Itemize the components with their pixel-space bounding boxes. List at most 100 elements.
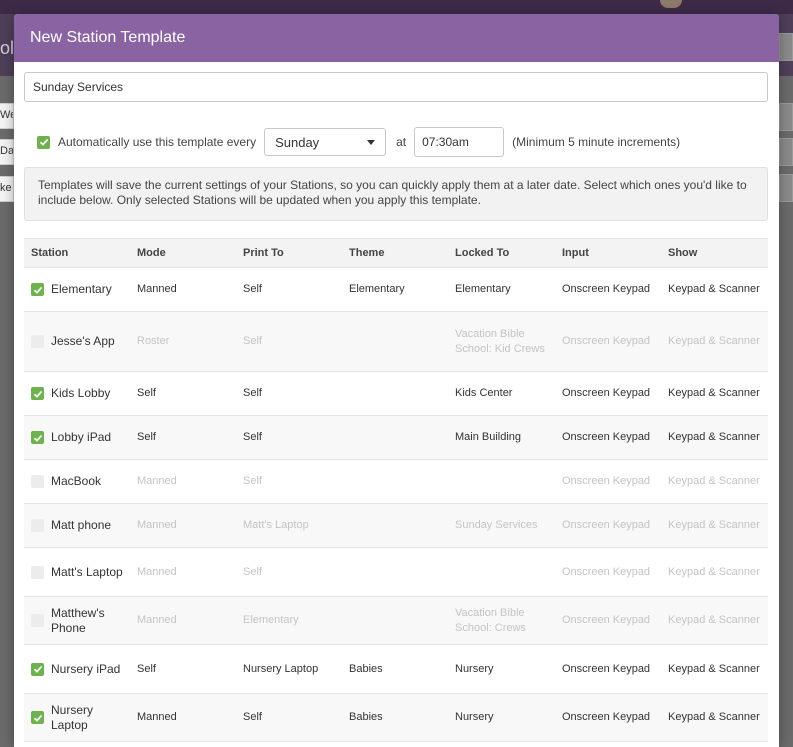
cell-input: Onscreen Keypad	[555, 644, 661, 694]
station-checkbox[interactable]	[31, 283, 44, 296]
cell-mode: Self	[130, 371, 236, 416]
cell-mode: Manned	[130, 596, 236, 645]
cell-show: Keypad & Scanner	[661, 459, 768, 504]
cell-print-to: Self	[236, 267, 342, 312]
cell-theme	[342, 415, 448, 460]
station-checkbox[interactable]	[31, 565, 44, 579]
station-cell: Elementary	[24, 267, 130, 312]
station-cell: Nursery iPad	[24, 644, 130, 694]
station-name: Nursery Laptop	[51, 702, 94, 732]
station-checkbox[interactable]	[31, 662, 44, 676]
modal-header: New Station Template	[14, 14, 779, 62]
station-cell: Lobby iPad	[24, 415, 130, 460]
cell-show: Keypad & Scanner	[661, 503, 768, 548]
cell-input: Onscreen Keypad	[555, 693, 661, 742]
station-wrap: Lobby iPad	[31, 430, 123, 445]
station-name: Matt's Laptop	[51, 564, 123, 579]
cell-locked-to: Nursery	[448, 693, 555, 742]
cell-mode: Manned	[130, 459, 236, 504]
station-wrap: Matt phone	[31, 518, 123, 533]
station-checkbox[interactable]	[31, 614, 44, 627]
cell-input: Onscreen Keypad	[555, 267, 661, 312]
background-side-tab: ke	[0, 176, 14, 202]
check-icon	[33, 390, 42, 398]
cell-mode: Self	[130, 644, 236, 694]
cell-theme	[342, 459, 448, 504]
template-name-input[interactable]: Sunday Services	[24, 72, 768, 102]
cell-print-to: Nursery Laptop	[236, 644, 342, 694]
cell-mode: Roster	[130, 311, 236, 372]
column-header: Theme	[342, 238, 448, 268]
cell-show: Keypad & Scanner	[661, 644, 768, 694]
background-logo-fragment: ol	[0, 38, 14, 58]
column-header: Print To	[236, 238, 342, 268]
modal-title: New Station Template	[30, 29, 186, 46]
cell-print-to: Self	[236, 547, 342, 597]
cell-mode: Manned	[130, 503, 236, 548]
cell-locked-to: Main Building	[448, 415, 555, 460]
cell-locked-to: Nursery	[448, 644, 555, 694]
check-icon	[33, 434, 42, 442]
cell-theme: Babies	[342, 693, 448, 742]
station-checkbox[interactable]	[31, 335, 44, 348]
auto-schedule-checkbox[interactable]	[37, 135, 50, 149]
column-header: Input	[555, 238, 661, 268]
cell-theme	[342, 503, 448, 548]
cell-locked-to	[448, 459, 555, 504]
station-wrap: Jesse's App	[31, 334, 123, 349]
station-checkbox[interactable]	[31, 711, 44, 724]
table-row: MacBook Manned Self Onscreen Keypad Keypad &…	[24, 459, 768, 504]
background-side-tab: Day	[0, 139, 14, 165]
table-row: Nursery Laptop Manned Self Babies Nursery Ons…	[24, 693, 768, 742]
station-checkbox[interactable]	[31, 519, 44, 532]
cell-input: Onscreen Keypad	[555, 547, 661, 597]
station-name: Nursery iPad	[51, 661, 121, 676]
cell-print-to: Self	[236, 693, 342, 742]
cell-show: Keypad & Scanner	[661, 415, 768, 460]
auto-schedule-label: Automatically use this template every	[58, 135, 257, 149]
day-select[interactable]: Sunday	[264, 128, 387, 156]
cell-theme	[342, 547, 448, 597]
background-right-button	[779, 174, 793, 202]
station-checkbox[interactable]	[31, 475, 44, 488]
cell-print-to: Self	[236, 459, 342, 504]
check-icon	[39, 138, 48, 146]
time-input[interactable]: 07:30am	[414, 127, 505, 157]
cell-show: Keypad & Scanner	[661, 371, 768, 416]
cell-locked-to: Vacation Bible School: Kid Crews	[448, 311, 555, 372]
station-wrap: Matthew's Phone	[31, 606, 123, 636]
cell-print-to: Matt's Laptop	[236, 503, 342, 548]
station-wrap: Elementary	[31, 282, 123, 297]
chevron-down-icon	[367, 139, 376, 145]
table-row: Elementary Manned Self Elementary Elementary…	[24, 267, 768, 312]
cell-theme: Babies	[342, 644, 448, 694]
station-name: Matthew's Phone	[51, 605, 105, 635]
cell-theme	[342, 311, 448, 372]
cell-mode: Manned	[130, 693, 236, 742]
station-wrap: Matt's Laptop	[31, 565, 123, 580]
day-select-value: Sunday	[275, 134, 320, 150]
table-row: Jesse's App Roster Self Vacation Bible Scho…	[24, 311, 768, 372]
cell-show: Keypad & Scanner	[661, 596, 768, 645]
station-wrap: Nursery Laptop	[31, 703, 123, 733]
check-icon	[33, 286, 42, 294]
cell-locked-to	[448, 547, 555, 597]
station-wrap: Kids Lobby	[31, 386, 123, 401]
cell-input: Onscreen Keypad	[555, 459, 661, 504]
modal-body: Sunday Services Automatically use this t…	[14, 62, 779, 742]
cell-show: Keypad & Scanner	[661, 267, 768, 312]
table-row: Matt phone Manned Matt's Laptop Sunday Serv…	[24, 503, 768, 548]
station-checkbox[interactable]	[31, 431, 44, 444]
increment-note: (Minimum 5 minute increments)	[512, 135, 681, 149]
station-name: Jesse's App	[51, 334, 115, 348]
check-icon	[33, 665, 42, 673]
station-checkbox[interactable]	[31, 387, 44, 400]
cell-theme: Elementary	[342, 267, 448, 312]
auto-schedule-row: Automatically use this template every Su…	[24, 127, 769, 157]
cell-input: Onscreen Keypad	[555, 503, 661, 548]
table-row: Kids Lobby Self Self Kids Center Onscreen Ke…	[24, 371, 768, 416]
table-row: Nursery iPad Self Nursery Laptop Babies Nurs…	[24, 644, 768, 694]
background-side-tab: Wee	[0, 103, 14, 129]
station-cell: Kids Lobby	[24, 371, 130, 416]
background-right-button	[779, 33, 793, 61]
